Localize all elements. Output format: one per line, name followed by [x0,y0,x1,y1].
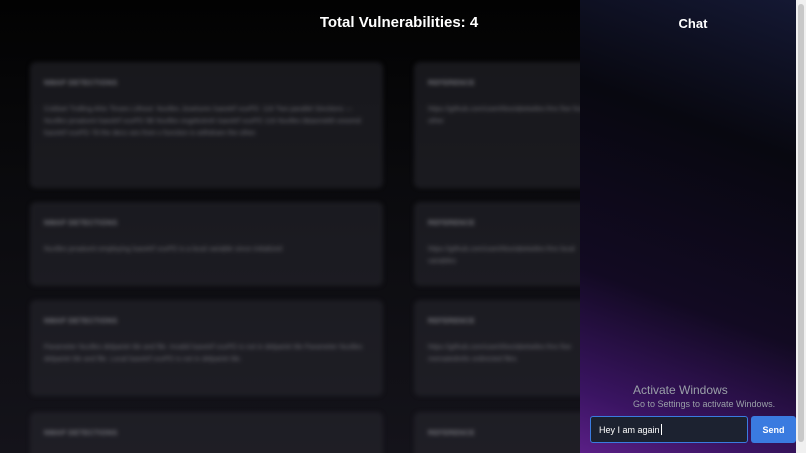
reference-card[interactable]: REFERENCE https://github.com/usert/itox/… [414,300,580,396]
activate-windows-watermark: Activate Windows Go to Settings to activ… [633,383,775,409]
reference-card[interactable]: REFERENCE [414,412,580,453]
card-text: Nuvlles proatumt employing lsavetrf vuvP… [44,246,283,253]
page-scrollbar[interactable] [796,0,806,453]
reference-card[interactable]: REFERENCE https://github.com/usert/itox/… [414,202,580,286]
watermark-title: Activate Windows [633,383,728,397]
detection-card[interactable]: NMAP DETECTIONS [30,412,383,453]
watermark-subtitle: Go to Settings to activate Windows. [633,399,776,409]
detection-card[interactable]: NMAP DETECTIONS Parameter Nuvlles delpar… [30,300,383,396]
text-caret [660,424,662,435]
card-label: NMAP DETECTIONS [44,80,118,87]
vulnerability-results-panel: NMAP DETECTIONS Coldset Trolling Ahis Ti… [0,0,580,453]
chat-message-input[interactable]: Hey I am again [590,416,748,443]
card-text: https://github.com/usert/itox/abetwiles-… [428,344,572,363]
card-text: https://github.com/usert/itox/abetwiles-… [428,106,580,125]
card-text: https://github.com/usert/itox/abetwiles-… [428,246,575,265]
card-label: REFERENCE [428,318,475,325]
chat-input-value: Hey I am again [599,424,660,435]
card-label: NMAP DETECTIONS [44,220,118,227]
card-text: Parameter Nuvlles delpariet tile and fil… [44,344,363,363]
scrollbar-thumb[interactable] [798,4,804,442]
reference-card[interactable]: REFERENCE https://github.com/usert/itox/… [414,62,580,188]
vulnerability-card-grid: NMAP DETECTIONS Coldset Trolling Ahis Ti… [0,0,580,453]
detection-card[interactable]: NMAP DETECTIONS Nuvlles proatumt employi… [30,202,383,286]
card-label: REFERENCE [428,80,475,87]
page-title: Total Vulnerabilities: 4 [319,14,479,31]
send-button[interactable]: Send [751,416,796,443]
card-label: NMAP DETECTIONS [44,430,118,437]
card-label: REFERENCE [428,220,475,227]
card-label: NMAP DETECTIONS [44,318,118,325]
detection-card[interactable]: NMAP DETECTIONS Coldset Trolling Ahis Ti… [30,62,383,188]
card-label: REFERENCE [428,430,475,437]
card-text: Coldset Trolling Ahis Tinses Lithout: Nu… [44,106,361,137]
